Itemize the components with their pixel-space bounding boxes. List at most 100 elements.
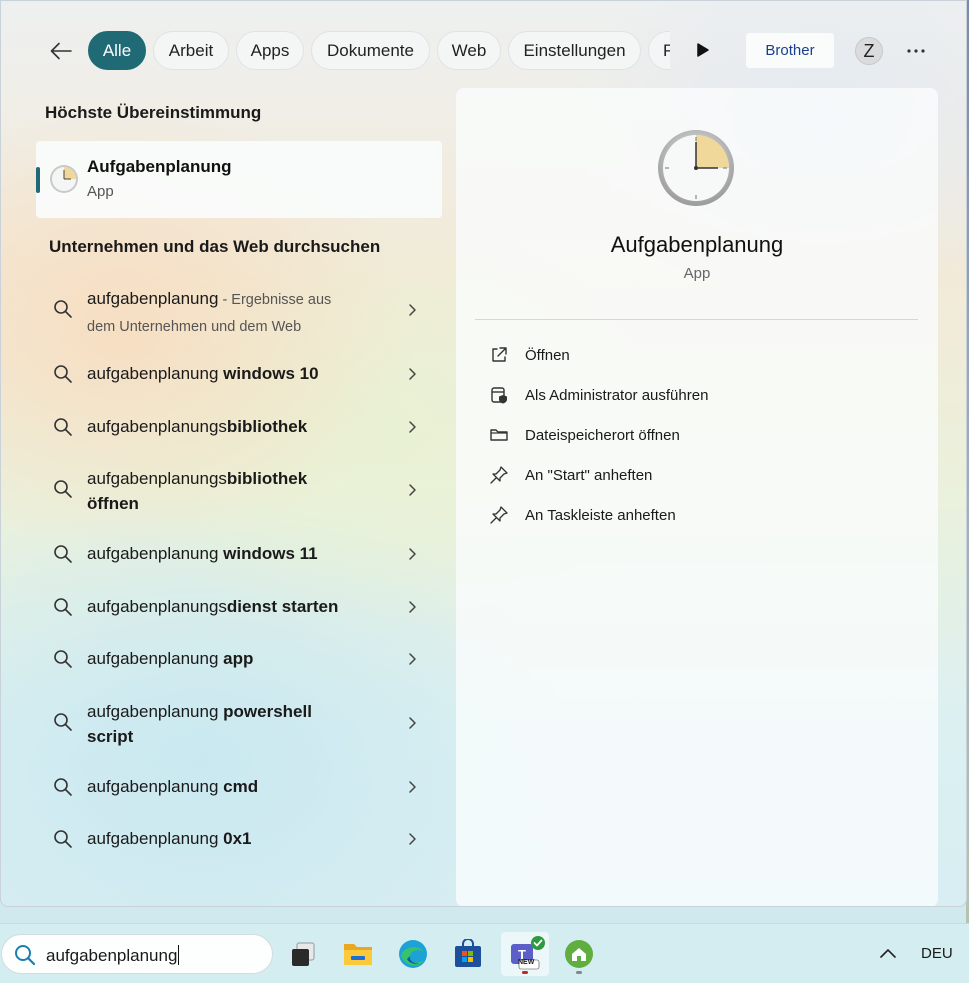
search-icon xyxy=(54,598,72,616)
play-icon xyxy=(697,43,709,57)
chevron-right-icon xyxy=(409,421,416,433)
web-result[interactable]: aufgabenplanungsbibliothek xyxy=(45,414,435,440)
action-open[interactable]: Öffnen xyxy=(486,341,906,371)
input-language-indicator[interactable]: DEU xyxy=(921,945,953,962)
chevron-right-icon xyxy=(409,601,416,613)
chip-more-truncated[interactable]: P xyxy=(648,31,670,70)
detail-pane: Aufgabenplanung App Öffnen Als Administr… xyxy=(456,88,938,906)
best-match-heading: Höchste Übereinstimmung xyxy=(45,103,262,122)
chevron-up-icon xyxy=(880,949,896,958)
search-query: aufgabenplanung xyxy=(46,945,180,965)
admin-shield-icon xyxy=(491,387,507,404)
chip-apps[interactable]: Apps xyxy=(236,31,304,70)
arrow-left-icon xyxy=(50,42,72,60)
web-result[interactable]: aufgabenplanung powershell script xyxy=(45,699,435,749)
teams-new-badge: NEW xyxy=(518,959,535,966)
folder-icon xyxy=(490,429,508,441)
result-text: aufgabenplanung app xyxy=(87,649,254,668)
open-external-icon xyxy=(492,347,507,362)
result-text: aufgabenplanung 0x1 xyxy=(87,829,252,848)
detail-app-type: App xyxy=(683,265,711,282)
pin-icon xyxy=(490,466,508,484)
result-text: aufgabenplanung cmd xyxy=(87,777,259,796)
teams-new-icon: T xyxy=(511,936,545,970)
clock-icon xyxy=(50,165,78,193)
search-icon xyxy=(15,945,36,966)
chevron-right-icon xyxy=(409,304,416,316)
chip-alle[interactable]: Alle xyxy=(88,31,146,70)
web-result[interactable]: aufgabenplanungsbibliothek öffnen xyxy=(45,466,435,516)
web-result[interactable]: aufgabenplanung windows 11 xyxy=(45,541,435,567)
search-panel: Alle Arbeit Apps Dokumente Web Einstellu… xyxy=(0,0,967,907)
search-icon xyxy=(54,365,72,383)
chip-web[interactable]: Web xyxy=(437,31,501,70)
web-result[interactable]: aufgabenplanungsdienst starten xyxy=(45,594,435,620)
search-icon xyxy=(54,713,72,731)
ellipsis-icon xyxy=(907,49,925,53)
taskbar: aufgabenplanung T NEW DEU xyxy=(0,923,969,983)
action-run-as-admin[interactable]: Als Administrator ausführen xyxy=(486,381,906,411)
store-button[interactable] xyxy=(446,932,490,976)
result-text: aufgabenplanung windows 11 xyxy=(87,544,318,563)
action-label: An Taskleiste anheften xyxy=(525,507,676,524)
chevron-right-icon xyxy=(409,833,416,845)
action-open-location[interactable]: Dateispeicherort öffnen xyxy=(486,421,906,451)
show-hidden-icons-button[interactable] xyxy=(876,942,900,966)
web-result[interactable]: aufgabenplanung windows 10 xyxy=(45,361,435,387)
action-label: An "Start" anheften xyxy=(525,467,653,484)
chip-dokumente[interactable]: Dokumente xyxy=(311,31,430,70)
selection-indicator xyxy=(36,167,40,193)
scroll-chips-button[interactable] xyxy=(691,39,713,61)
chevron-right-icon xyxy=(409,781,416,793)
file-explorer-button[interactable] xyxy=(336,932,380,976)
detail-app-name: Aufgabenplanung xyxy=(610,232,784,257)
home-app-icon xyxy=(565,940,593,968)
avatar[interactable]: Z xyxy=(855,37,883,65)
more-options-button[interactable] xyxy=(903,38,929,64)
organization-button[interactable]: Brother xyxy=(746,33,834,68)
web-section-heading: Unternehmen und das Web durchsuchen xyxy=(49,237,381,256)
chevron-right-icon xyxy=(409,484,416,496)
home-app-button[interactable] xyxy=(557,932,601,976)
search-icon xyxy=(54,830,72,848)
edge-button[interactable] xyxy=(391,932,435,976)
clock-icon xyxy=(658,130,734,206)
chevron-right-icon xyxy=(409,368,416,380)
search-icon xyxy=(54,545,72,563)
best-match-item[interactable]: Aufgabenplanung App xyxy=(36,141,442,218)
pin-icon xyxy=(490,506,508,524)
chevron-right-icon xyxy=(409,548,416,560)
action-pin-taskbar[interactable]: An Taskleiste anheften xyxy=(486,501,906,531)
web-result[interactable]: aufgabenplanung 0x1 xyxy=(45,826,435,852)
result-text: aufgabenplanungsbibliothek öffnen xyxy=(87,469,308,513)
action-pin-start[interactable]: An "Start" anheften xyxy=(486,461,906,491)
edge-icon xyxy=(399,940,427,968)
taskbar-search-input[interactable]: aufgabenplanung xyxy=(1,934,273,974)
search-icon xyxy=(54,778,72,796)
search-icon xyxy=(54,480,72,498)
back-button[interactable] xyxy=(45,35,77,67)
best-match-name: Aufgabenplanung xyxy=(87,157,232,176)
search-icon xyxy=(54,300,72,318)
action-label: Dateispeicherort öffnen xyxy=(525,427,680,444)
chevron-right-icon xyxy=(409,717,416,729)
web-result[interactable]: aufgabenplanung cmd xyxy=(45,774,435,800)
action-label: Öffnen xyxy=(525,347,570,364)
result-text: aufgabenplanungsdienst starten xyxy=(87,597,339,616)
web-result[interactable]: aufgabenplanung app xyxy=(45,646,435,672)
chip-einstellungen[interactable]: Einstellungen xyxy=(508,31,641,70)
best-match-type: App xyxy=(87,183,114,200)
result-text: aufgabenplanungsbibliothek xyxy=(87,417,308,436)
chip-arbeit[interactable]: Arbeit xyxy=(153,31,229,70)
result-text: aufgabenplanung windows 10 xyxy=(87,364,319,383)
result-text: aufgabenplanung - Ergebnisse aus dem Unt… xyxy=(87,289,332,335)
search-icon xyxy=(54,418,72,436)
action-label: Als Administrator ausführen xyxy=(525,387,709,404)
divider xyxy=(475,319,918,320)
result-text: aufgabenplanung powershell script xyxy=(87,702,312,746)
task-view-button[interactable] xyxy=(281,932,325,976)
running-indicator xyxy=(522,971,528,974)
file-explorer-icon xyxy=(344,944,372,965)
teams-button[interactable]: T NEW xyxy=(501,932,549,976)
web-result[interactable]: aufgabenplanung - Ergebnisse aus dem Unt… xyxy=(45,286,435,336)
